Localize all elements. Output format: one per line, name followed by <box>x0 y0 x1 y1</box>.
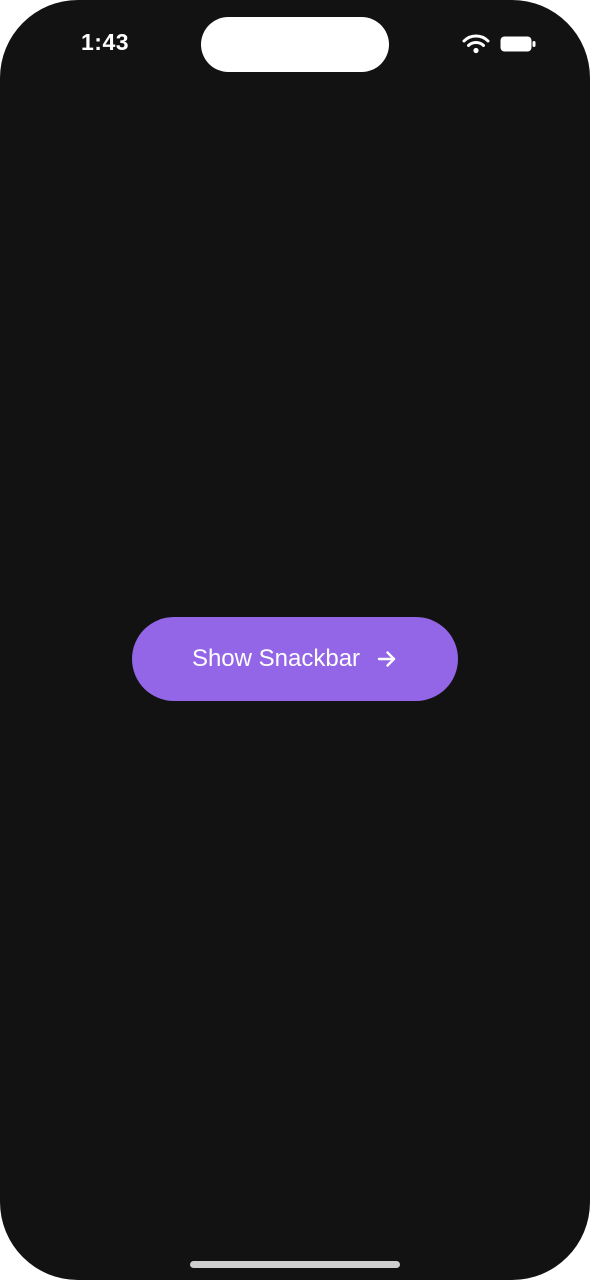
status-time: 1:43 <box>81 29 130 55</box>
home-indicator[interactable] <box>190 1261 400 1268</box>
show-snackbar-button[interactable]: Show Snackbar <box>132 617 458 701</box>
status-bar: 1:43 <box>0 0 590 90</box>
dynamic-island <box>201 17 389 72</box>
show-snackbar-label: Show Snackbar <box>191 645 361 672</box>
arrow-right-icon <box>377 651 396 667</box>
phone-screen: 1:43 Show Snackbar <box>0 0 590 1280</box>
wifi-icon <box>462 34 490 54</box>
battery-icon <box>500 36 536 52</box>
